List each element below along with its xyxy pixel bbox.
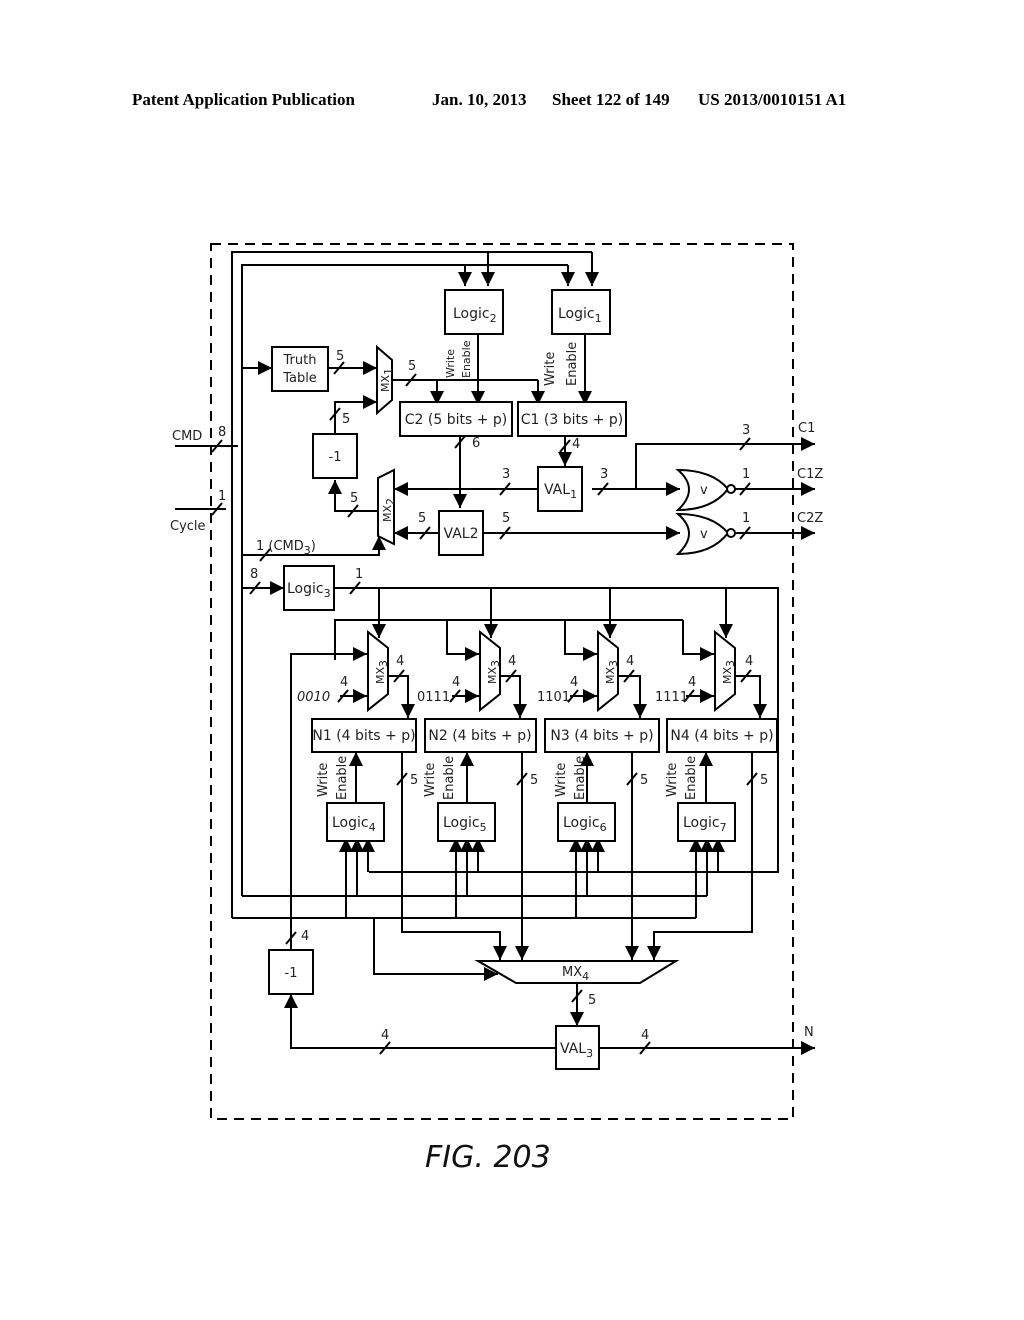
width-mx3-out-2: 4 [508,654,516,669]
const-1101: 1101 [537,690,570,705]
n1-enable-label: Enable [335,756,350,800]
n1-label: N1 (4 bits + p) [312,728,415,744]
width-dec1-out: 5 [342,412,350,427]
c2-enable-label: Enable [460,340,473,378]
c2-label: C2 (5 bits + p) [405,412,508,428]
width-val1-in: 3 [502,467,510,482]
truth-table-label-1: Truth [283,353,317,368]
n4-label: N4 (4 bits + p) [670,728,773,744]
width-mx3-out-3: 4 [626,654,634,669]
cmd-input-label: CMD [172,429,202,444]
figure-caption: FIG. 203 [425,1140,551,1175]
width-n4-out: 5 [760,773,768,788]
n2-write-label: Write [423,763,438,797]
width-cycle: 1 [218,489,226,504]
width-logic3-in: 8 [250,567,258,582]
const-1111: 1111 [655,690,688,705]
n-output-label: N [804,1025,814,1040]
nor-c2z-bubble [726,528,736,538]
c1-label: C1 (3 bits + p) [521,412,624,428]
n3-enable-label: Enable [573,756,588,800]
n4-enable-label: Enable [684,756,699,800]
decrement-bottom-label: -1 [285,966,298,981]
width-val3-right: 4 [641,1028,649,1043]
width-tt-out: 5 [336,349,344,364]
c1-enable-label: Enable [565,342,580,386]
const-0010: 0010 [297,690,330,705]
width-cmd: 8 [218,425,226,440]
nor2-symbol: v [700,527,708,542]
n2-label: N2 (4 bits + p) [428,728,531,744]
width-logic3-out: 1 [355,567,363,582]
width-c1z: 1 [742,467,750,482]
n1-write-label: Write [316,763,331,797]
truth-table-label-2: Table [282,371,317,386]
width-const-3: 4 [570,675,578,690]
n2-enable-label: Enable [442,756,457,800]
width-val2-in: 5 [418,511,426,526]
width-mx2-out: 5 [350,491,358,506]
c1-output-label: C1 [798,421,815,436]
n3-write-label: Write [554,763,569,797]
width-val2-out: 5 [502,511,510,526]
block-labels: Logic2 Logic1 Truth Table C2 (5 bits + p… [282,306,773,1060]
n3-label: N3 (4 bits + p) [550,728,653,744]
width-const-1: 4 [340,675,348,690]
c1z-output-label: C1Z [797,467,823,482]
width-mx1-out: 5 [408,359,416,374]
c2z-output-label: C2Z [797,511,823,526]
width-const-2: 4 [452,675,460,690]
width-c2z: 1 [742,511,750,526]
width-val1-out: 3 [600,467,608,482]
width-c1-bus: 3 [742,423,750,438]
width-n3-out: 5 [640,773,648,788]
width-n1-out: 5 [410,773,418,788]
nor-c1z-bubble [726,484,736,494]
width-n2-out: 5 [530,773,538,788]
c1-write-label: Write [543,352,558,386]
width-const-4: 4 [688,675,696,690]
n4-write-label: Write [665,763,680,797]
width-mx4-out: 5 [588,993,596,1008]
circuit-diagram: Logic2 Logic1 Truth Table C2 (5 bits + p… [170,243,823,1175]
cycle-input-label: Cycle [170,519,206,534]
val2-label: VAL2 [444,526,479,542]
width-mx3-out-4: 4 [745,654,753,669]
nor1-symbol: v [700,483,708,498]
decrement-top-label: -1 [329,450,342,465]
width-dec2-in: 4 [301,929,309,944]
width-val3-left: 4 [381,1028,389,1043]
width-c2-out: 6 [472,436,480,451]
width-c1-out: 4 [572,437,580,452]
c2-write-label: Write [444,349,457,378]
width-mx3-out-1: 4 [396,654,404,669]
const-0111: 0111 [417,690,450,705]
